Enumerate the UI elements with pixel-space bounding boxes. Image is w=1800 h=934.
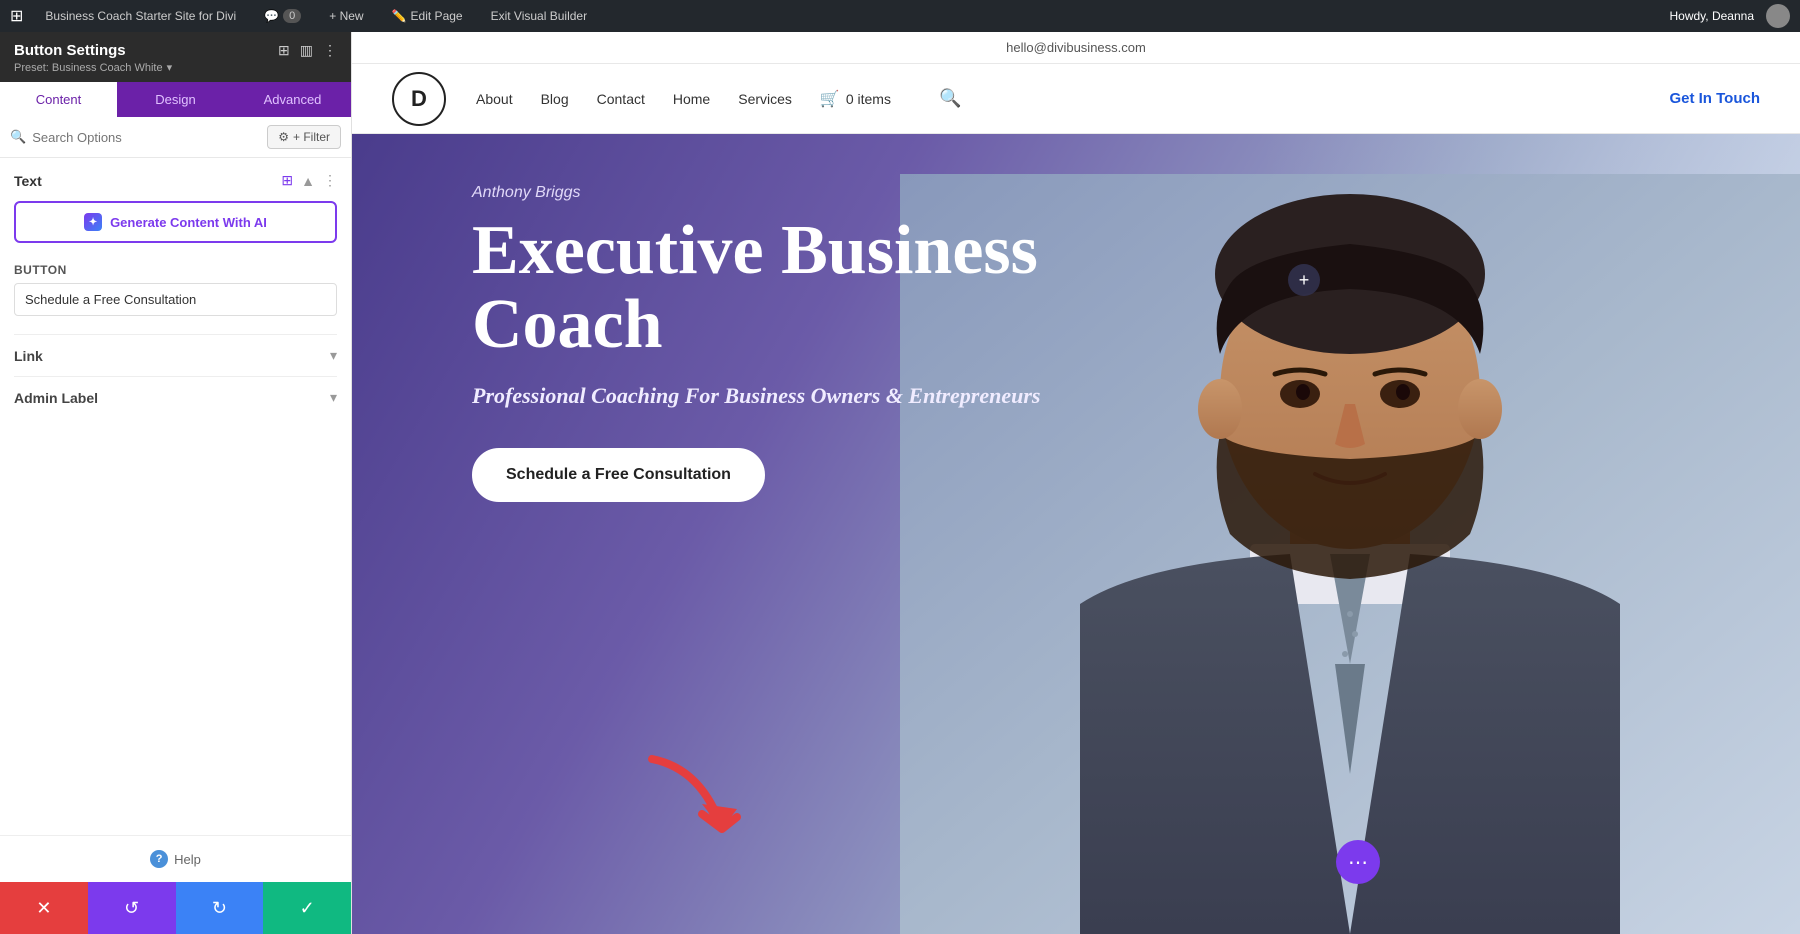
wp-admin-bar: ⊞ Business Coach Starter Site for Divi 💬… bbox=[0, 0, 1800, 32]
ai-generate-button[interactable]: ✦ Generate Content With AI bbox=[14, 201, 337, 243]
panel-header-icons: ⊞ ▥ ⋮ bbox=[278, 42, 337, 59]
hero-subtitle: Anthony Briggs bbox=[472, 184, 1112, 202]
panel-preset[interactable]: Preset: Business Coach White ▾ bbox=[14, 61, 172, 74]
ai-icon: ✦ bbox=[84, 213, 102, 231]
hero-cta-button[interactable]: Schedule a Free Consultation bbox=[472, 448, 765, 502]
main-layout: Button Settings Preset: Business Coach W… bbox=[0, 32, 1800, 934]
wp-edit-page[interactable]: ✏️ Edit Page bbox=[386, 0, 469, 32]
button-text-input[interactable] bbox=[14, 283, 337, 316]
panel-icon-more[interactable]: ⋮ bbox=[323, 42, 337, 59]
help-icon: ? bbox=[150, 850, 168, 868]
nav-link-services[interactable]: Services bbox=[738, 91, 792, 107]
redo-button[interactable]: ↻ bbox=[176, 882, 264, 934]
wp-exit-builder[interactable]: Exit Visual Builder bbox=[485, 0, 594, 32]
hero-description: Professional Coaching For Business Owner… bbox=[472, 381, 1112, 412]
wp-avatar bbox=[1766, 4, 1790, 28]
email-link[interactable]: hello@divibusiness.com bbox=[1006, 40, 1146, 55]
wp-site-name[interactable]: Business Coach Starter Site for Divi bbox=[39, 0, 242, 32]
text-section-more-icon[interactable]: ⋮ bbox=[323, 172, 337, 189]
filter-button[interactable]: ⚙ + Filter bbox=[267, 125, 341, 149]
nav-link-about[interactable]: About bbox=[476, 91, 513, 107]
bottom-toolbar: ✕ ↺ ↻ ✓ bbox=[0, 882, 351, 934]
tab-design[interactable]: Design bbox=[117, 82, 234, 117]
site-topbar: hello@divibusiness.com bbox=[352, 32, 1800, 64]
panel-icon-columns[interactable]: ▥ bbox=[300, 42, 313, 59]
panel-tabs: Content Design Advanced bbox=[0, 82, 351, 117]
tab-advanced[interactable]: Advanced bbox=[234, 82, 351, 117]
filter-icon: ⚙ bbox=[278, 130, 289, 144]
link-section: Link ▾ bbox=[14, 334, 337, 376]
undo-button[interactable]: ↺ bbox=[88, 882, 176, 934]
right-content: hello@divibusiness.com D About Blog Cont… bbox=[352, 32, 1800, 934]
admin-label-section-header[interactable]: Admin Label ▾ bbox=[14, 389, 337, 406]
add-element-button[interactable]: + bbox=[1288, 264, 1320, 296]
site-logo: D bbox=[392, 72, 446, 126]
site-nav: D About Blog Contact Home Services 🛒 0 i… bbox=[352, 64, 1800, 134]
admin-label-section: Admin Label ▾ bbox=[14, 376, 337, 418]
text-section-title: Text bbox=[14, 173, 42, 189]
get-in-touch-button[interactable]: Get In Touch bbox=[1669, 90, 1760, 107]
panel-body: Text ⊞ ▲ ⋮ ✦ Generate Content With AI Bu… bbox=[0, 158, 351, 835]
hero-content: Anthony Briggs Executive Business Coach … bbox=[472, 184, 1112, 502]
left-panel: Button Settings Preset: Business Coach W… bbox=[0, 32, 352, 934]
arrow-indicator bbox=[642, 749, 762, 854]
search-icon: 🔍 bbox=[10, 129, 26, 145]
wp-logo-icon: ⊞ bbox=[10, 6, 23, 26]
search-input[interactable] bbox=[32, 130, 261, 145]
nav-cart[interactable]: 🛒 0 items bbox=[820, 89, 891, 109]
nav-link-home[interactable]: Home bbox=[673, 91, 710, 107]
arrow-svg bbox=[642, 749, 762, 849]
wp-right-area: Howdy, Deanna bbox=[1670, 4, 1791, 28]
close-button[interactable]: ✕ bbox=[0, 882, 88, 934]
panel-title: Button Settings bbox=[14, 42, 172, 59]
text-section-settings-icon[interactable]: ⊞ bbox=[281, 172, 293, 189]
link-section-label: Link bbox=[14, 348, 43, 364]
tab-content[interactable]: Content bbox=[0, 82, 117, 117]
link-section-header[interactable]: Link ▾ bbox=[14, 347, 337, 364]
hero-title: Executive Business Coach bbox=[472, 214, 1112, 361]
text-section-actions: ⊞ ▲ ⋮ bbox=[281, 172, 337, 189]
hero-section: Anthony Briggs Executive Business Coach … bbox=[352, 134, 1800, 934]
panel-search-bar: 🔍 ⚙ + Filter bbox=[0, 117, 351, 158]
nav-link-blog[interactable]: Blog bbox=[541, 91, 569, 107]
search-icon[interactable]: 🔍 bbox=[939, 88, 961, 109]
panel-header: Button Settings Preset: Business Coach W… bbox=[0, 32, 351, 82]
wp-new-button[interactable]: + New bbox=[323, 0, 369, 32]
admin-label-chevron-icon: ▾ bbox=[330, 389, 337, 406]
more-options-button[interactable]: ⋯ bbox=[1336, 840, 1380, 884]
wp-howdy: Howdy, Deanna bbox=[1670, 9, 1755, 23]
panel-icon-grid[interactable]: ⊞ bbox=[278, 42, 290, 59]
save-button[interactable]: ✓ bbox=[263, 882, 351, 934]
cart-icon: 🛒 bbox=[820, 89, 840, 109]
nav-link-contact[interactable]: Contact bbox=[597, 91, 645, 107]
nav-links: About Blog Contact Home Services 🛒 0 ite… bbox=[476, 88, 1669, 109]
text-section-header: Text ⊞ ▲ ⋮ bbox=[14, 172, 337, 189]
help-section: ? Help bbox=[0, 835, 351, 882]
panel-title-area: Button Settings Preset: Business Coach W… bbox=[14, 42, 172, 74]
text-section-collapse-icon[interactable]: ▲ bbox=[301, 173, 315, 189]
button-field-label: Button bbox=[14, 263, 337, 277]
link-chevron-icon: ▾ bbox=[330, 347, 337, 364]
admin-label-section-label: Admin Label bbox=[14, 390, 98, 406]
help-button[interactable]: ? Help bbox=[150, 850, 201, 868]
wp-comments[interactable]: 💬 0 bbox=[258, 0, 307, 32]
